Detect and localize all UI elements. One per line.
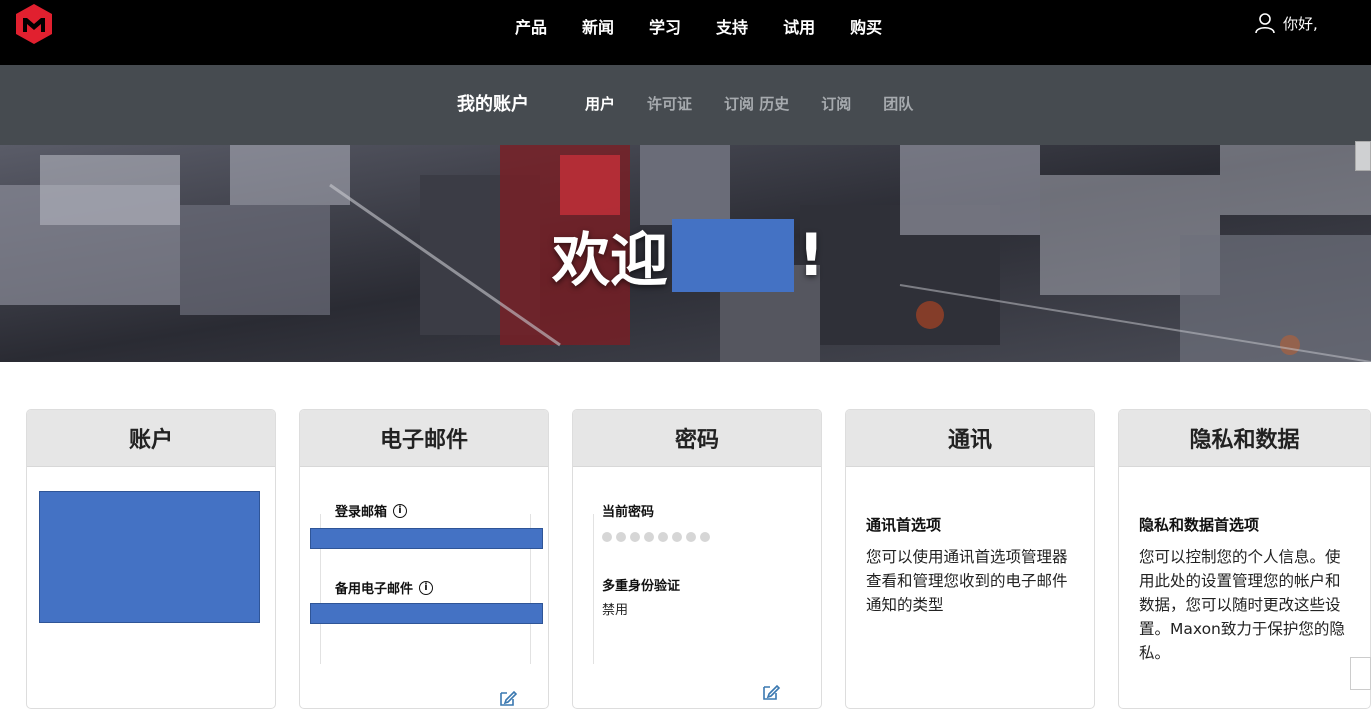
- feedback-widget[interactable]: [1350, 657, 1371, 690]
- privacy-card-title: 隐私和数据: [1119, 410, 1370, 467]
- account-tabs: 用户 许可证 订阅 历史 订阅 团队: [585, 93, 913, 114]
- email-card: 电子邮件 登录邮箱 i 备用电子邮件 i: [299, 409, 549, 709]
- redacted-username: [672, 218, 795, 292]
- edit-password-icon[interactable]: [761, 682, 781, 702]
- welcome-exclaim: !: [798, 221, 825, 289]
- login-email-label-text: 登录邮箱: [335, 505, 388, 520]
- current-password-label: 当前密码: [602, 505, 655, 520]
- account-title: 我的账户: [457, 94, 529, 115]
- nav-learn[interactable]: 学习: [649, 14, 681, 38]
- user-menu[interactable]: 你好,: [1255, 12, 1318, 34]
- backup-email-label: 备用电子邮件 i: [335, 578, 434, 597]
- maxon-logo[interactable]: [14, 2, 54, 44]
- masked-password: [602, 532, 710, 542]
- password-dot: [700, 532, 710, 542]
- tab-licenses[interactable]: 许可证: [647, 93, 692, 114]
- password-dot: [644, 532, 654, 542]
- top-navigation-bar: 产品 新闻 学习 支持 试用 购买 你好,: [0, 0, 1371, 65]
- edit-email-icon[interactable]: [498, 688, 518, 708]
- login-email-label: 登录邮箱 i: [335, 501, 408, 520]
- privacy-heading: 隐私和数据首选项: [1139, 516, 1260, 534]
- nav-products[interactable]: 产品: [515, 14, 547, 38]
- tab-user[interactable]: 用户: [585, 93, 615, 114]
- welcome-banner: 欢迎 !: [0, 145, 1371, 362]
- info-icon[interactable]: i: [419, 580, 434, 595]
- privacy-card: 隐私和数据 隐私和数据首选项 您可以控制您的个人信息。使用此处的设置管理您的帐户…: [1118, 409, 1371, 709]
- password-dot: [672, 532, 682, 542]
- password-card-title: 密码: [573, 410, 821, 467]
- tab-subscription-history[interactable]: 订阅 历史: [724, 93, 789, 114]
- password-dot: [602, 532, 612, 542]
- password-dot: [616, 532, 626, 542]
- redacted-login-email: [310, 528, 543, 549]
- backup-email-label-text: 备用电子邮件: [335, 582, 414, 597]
- mfa-label: 多重身份验证: [602, 579, 681, 594]
- nav-buy[interactable]: 购买: [850, 14, 882, 38]
- main-menu: 产品 新闻 学习 支持 试用 购买: [515, 14, 882, 38]
- newsletter-card: 通讯 通讯首选项 您可以使用通讯首选项管理器查看和管理您收到的电子邮件通知的类型: [845, 409, 1095, 709]
- tab-team[interactable]: 团队: [883, 93, 913, 114]
- privacy-description: 您可以控制您的个人信息。使用此处的设置管理您的帐户和数据，您可以随时更改这些设置…: [1139, 548, 1345, 662]
- divider: [593, 514, 594, 664]
- redacted-account-info: [39, 491, 260, 623]
- account-subnav: 我的账户 用户 许可证 订阅 历史 订阅 团队: [0, 65, 1371, 145]
- info-icon[interactable]: i: [393, 503, 408, 518]
- user-icon: [1255, 13, 1275, 34]
- newsletter-heading: 通讯首选项: [866, 516, 942, 534]
- account-card-title: 账户: [27, 410, 275, 467]
- email-card-title: 电子邮件: [300, 410, 548, 467]
- newsletter-description: 您可以使用通讯首选项管理器查看和管理您收到的电子邮件通知的类型: [866, 548, 1068, 614]
- account-card: 账户: [26, 409, 276, 709]
- tab-subscriptions[interactable]: 订阅: [821, 93, 851, 114]
- nav-news[interactable]: 新闻: [582, 14, 614, 38]
- banner-scroll-handle[interactable]: [1355, 141, 1371, 171]
- password-dot: [686, 532, 696, 542]
- password-card: 密码 当前密码 多重身份验证 禁用: [572, 409, 822, 709]
- password-dot: [630, 532, 640, 542]
- welcome-text: 欢迎: [552, 226, 669, 294]
- welcome-heading: 欢迎 !: [552, 213, 824, 297]
- nav-support[interactable]: 支持: [716, 14, 748, 38]
- password-dot: [658, 532, 668, 542]
- nav-trial[interactable]: 试用: [783, 14, 815, 38]
- redacted-backup-email: [310, 603, 543, 624]
- user-greeting: 你好,: [1283, 14, 1318, 33]
- newsletter-card-title: 通讯: [846, 410, 1094, 467]
- mfa-status: 禁用: [602, 603, 629, 618]
